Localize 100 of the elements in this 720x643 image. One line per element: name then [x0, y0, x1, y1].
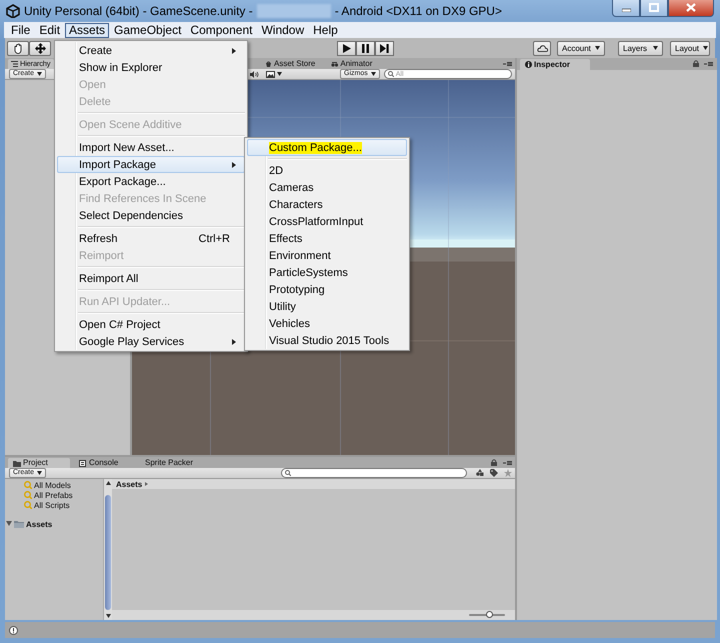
tree-item[interactable]: All Scripts — [34, 500, 70, 510]
menu-item[interactable]: Refresh — [79, 232, 118, 244]
menu-item[interactable]: Assets — [65, 22, 110, 38]
menu-item[interactable]: 2D — [269, 164, 284, 176]
menu-item[interactable]: Environment — [269, 250, 331, 262]
cloud-button[interactable] — [533, 40, 551, 56]
speaker-icon[interactable] — [250, 70, 259, 78]
menu-item[interactable]: Import New Asset... — [79, 142, 174, 154]
scroll-thumb[interactable] — [105, 495, 111, 610]
expand-triangle-icon[interactable] — [6, 521, 12, 527]
menu-item[interactable]: Google Play Services — [79, 336, 184, 348]
menu-item[interactable]: Reimport All — [79, 272, 138, 284]
saved-search-icon — [24, 501, 32, 509]
panel-tab[interactable]: Console — [74, 458, 136, 468]
panel-tab[interactable]: Asset Store — [260, 59, 320, 69]
highlighted-row[interactable]: Import Package — [57, 156, 245, 173]
caret-icon — [37, 471, 42, 475]
menu-item[interactable]: Open C# Project — [79, 318, 160, 330]
search-field[interactable] — [281, 468, 467, 478]
menu-item[interactable]: Edit — [35, 22, 64, 38]
menu-item[interactable]: Effects — [269, 232, 302, 244]
step-icon — [380, 44, 389, 52]
window-title: - Android <DX11 on DX9 GPU> — [334, 4, 502, 18]
dropdown[interactable]: Account — [557, 40, 605, 56]
move-icon — [34, 42, 46, 54]
caret-icon — [277, 72, 282, 76]
move-tool-button[interactable] — [29, 40, 51, 56]
menu-item[interactable]: Import Package — [79, 158, 156, 170]
tag-icon[interactable] — [490, 469, 498, 477]
folder-icon — [14, 520, 24, 528]
scrollbar[interactable] — [103, 479, 112, 620]
list-icon — [11, 61, 18, 67]
panel-menu-icon[interactable] — [704, 61, 713, 67]
maximize-button[interactable] — [640, 0, 668, 17]
saved-search-icon — [24, 481, 32, 489]
menu-item[interactable]: File — [7, 22, 34, 38]
shapes-icon[interactable] — [476, 469, 484, 477]
step-button[interactable] — [375, 40, 394, 56]
menu-item[interactable]: Vehicles — [269, 318, 310, 330]
menu-item[interactable]: Window — [257, 22, 308, 38]
panel-tab[interactable]: Project — [8, 458, 70, 468]
play-icon — [342, 44, 350, 52]
unity-logo-icon — [6, 4, 20, 18]
menu-item[interactable]: ParticleSystems — [269, 266, 348, 278]
menu-item[interactable]: Prototyping — [269, 284, 325, 296]
menu-item[interactable]: Help — [309, 22, 342, 38]
menu-item[interactable]: CrossPlatformInput — [269, 216, 364, 228]
image-icon[interactable] — [266, 70, 275, 78]
menu-item[interactable]: Component — [186, 22, 256, 38]
close-button[interactable] — [668, 0, 714, 17]
saved-search-icon — [24, 491, 32, 499]
animator-icon — [331, 60, 338, 68]
window-title: Unity Personal (64bit) - GameScene.unity - — [24, 4, 253, 18]
pause-button[interactable] — [356, 40, 375, 56]
scroll-up-icon — [106, 481, 110, 485]
caret-icon — [370, 72, 376, 76]
panel-menu-icon — [503, 61, 512, 67]
star-icon[interactable] — [504, 469, 512, 477]
tree-item[interactable]: All Prefabs — [34, 490, 73, 500]
tree-item[interactable]: Assets — [26, 520, 52, 528]
play-button[interactable] — [337, 40, 356, 56]
menu-item[interactable]: Utility — [269, 300, 296, 312]
alert-icon — [9, 626, 18, 634]
search-icon — [285, 470, 291, 476]
menu-item[interactable]: Export Package... — [79, 176, 166, 188]
breadcrumb[interactable]: Assets — [116, 480, 142, 488]
caret-icon — [595, 46, 600, 50]
menu-item[interactable]: Cameras — [269, 182, 314, 194]
search-icon — [388, 71, 394, 77]
inspector-tab[interactable]: Inspector — [520, 59, 590, 70]
maximize-icon — [649, 3, 659, 12]
console-icon — [79, 460, 87, 466]
tree-item[interactable]: All Models — [34, 480, 71, 490]
hand-icon — [13, 42, 23, 54]
info-icon — [525, 61, 532, 68]
caret-icon — [145, 482, 148, 486]
pause-icon — [362, 44, 369, 52]
menu-item[interactable]: Show in Explorer — [79, 62, 162, 74]
menu-item[interactable]: Characters — [269, 198, 323, 210]
dropdown[interactable]: Layout — [670, 40, 710, 56]
bag-icon — [265, 60, 272, 68]
panel-tab[interactable]: Sprite Packer — [140, 458, 202, 468]
hand-tool-button[interactable] — [7, 40, 29, 56]
caret-icon — [703, 46, 708, 50]
shortcut-text: Ctrl+R — [198, 232, 230, 244]
highlighted-row[interactable]: Custom Package... — [247, 139, 407, 156]
menu-item[interactable]: Custom Package... — [269, 142, 362, 154]
menu-item[interactable]: GameObject — [110, 22, 186, 38]
lock-icon[interactable] — [491, 459, 497, 466]
minimize-button[interactable] — [612, 0, 640, 17]
panel-menu-icon[interactable] — [503, 460, 512, 466]
lock-icon[interactable] — [693, 60, 699, 67]
slider-thumb[interactable] — [486, 611, 493, 618]
panel-tab[interactable]: Animator — [326, 59, 378, 69]
menu-item[interactable]: Create — [79, 44, 112, 56]
scroll-down-icon — [106, 614, 110, 618]
menu-item[interactable]: Select Dependencies — [79, 210, 183, 222]
menu-item[interactable]: Visual Studio 2015 Tools — [269, 334, 390, 346]
caret-icon — [653, 46, 658, 50]
dropdown[interactable]: Layers — [618, 40, 663, 56]
